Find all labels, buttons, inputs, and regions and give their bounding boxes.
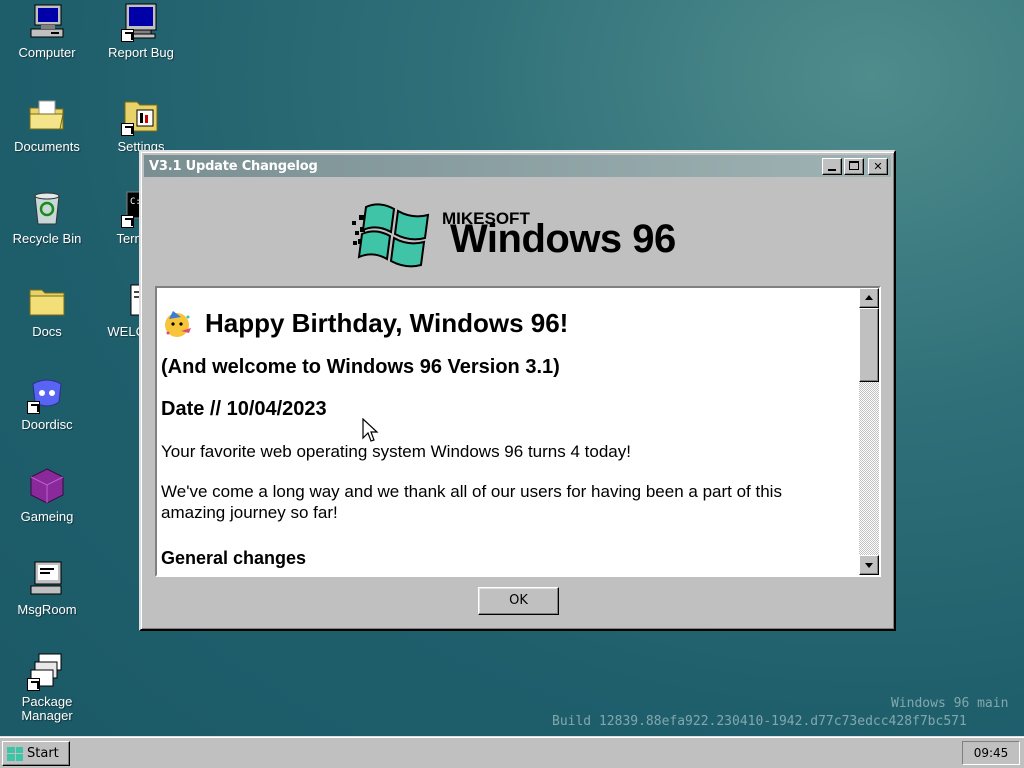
- ok-button[interactable]: OK: [478, 587, 559, 615]
- desktop-icon-label: Doordisc: [21, 417, 73, 432]
- monitor-icon: [121, 2, 161, 42]
- taskbar: Start 09:45: [0, 736, 1024, 768]
- minimize-button[interactable]: [822, 158, 842, 175]
- desktop-icon-label: MsgRoom: [17, 602, 77, 617]
- close-icon: ✕: [873, 160, 883, 173]
- arrow-up-icon: [865, 295, 873, 300]
- computer-icon: [27, 2, 67, 42]
- party-face-icon: [165, 310, 191, 337]
- maximize-button[interactable]: [844, 158, 864, 175]
- settings-icon: [121, 96, 161, 136]
- changelog-heading: Happy Birthday, Windows 96!: [163, 308, 568, 339]
- windows-flag-icon: [352, 203, 430, 268]
- window-titlebar[interactable]: V3.1 Update Changelog ✕: [144, 155, 891, 177]
- shortcut-arrow-icon: [27, 401, 40, 414]
- desktop-icon-label: Gameing: [20, 509, 74, 524]
- desktop-icon-doordisc[interactable]: Doordisc: [5, 374, 89, 432]
- changelog-subheading: (And welcome to Windows 96 Version 3.1): [161, 356, 560, 378]
- desktop-icon-report-bug[interactable]: Report Bug: [99, 2, 183, 60]
- start-label: Start: [27, 746, 59, 761]
- shortcut-arrow-icon: [121, 29, 134, 42]
- folder-open-icon: [27, 96, 67, 136]
- start-button[interactable]: Start: [2, 741, 70, 766]
- doordisc-icon: [27, 374, 67, 414]
- desktop-icon-gameing[interactable]: Gameing: [5, 466, 89, 524]
- mouse-pointer-icon: [362, 418, 379, 442]
- scroll-down-button[interactable]: [859, 555, 879, 575]
- desktop-icon-label: Report Bug: [108, 45, 174, 60]
- windows96-logo: MIKESOFT Windows 96: [144, 177, 891, 287]
- desktop-icon-label: Documents: [14, 139, 80, 154]
- desktop-icon-label: Docs: [32, 324, 62, 339]
- shortcut-arrow-icon: [121, 123, 134, 136]
- package-manager-icon: [27, 651, 67, 691]
- build-watermark-line1: Windows 96 main: [891, 696, 1009, 711]
- arrow-down-icon: [865, 563, 873, 568]
- shortcut-arrow-icon: [121, 215, 134, 228]
- changelog-section-heading: General changes: [161, 548, 307, 568]
- maximize-icon: [849, 161, 859, 170]
- logo-brand-large: Windows 96: [450, 217, 676, 261]
- changelog-window: V3.1 Update Changelog ✕ MIKESOFT Windows…: [139, 150, 896, 631]
- desktop-icon-docs[interactable]: Docs: [5, 281, 89, 339]
- desktop-icon-label: Package Manager: [21, 694, 73, 723]
- msgroom-icon: [27, 559, 67, 599]
- desktop-icon-recycle-bin[interactable]: Recycle Bin: [5, 188, 89, 246]
- window-title: V3.1 Update Changelog: [149, 158, 318, 174]
- build-watermark-line2: Build 12839.88efa922.230410-1942.d77c73e…: [552, 714, 967, 729]
- minimize-icon: [828, 169, 836, 171]
- taskbar-clock[interactable]: 09:45: [962, 741, 1020, 765]
- recycle-bin-icon: [27, 188, 67, 228]
- scroll-thumb[interactable]: [859, 308, 879, 382]
- changelog-text-area: Happy Birthday, Windows 96! (And welcome…: [161, 288, 857, 575]
- changelog-date: Date // 10/04/2023: [161, 398, 327, 420]
- desktop-icon-computer[interactable]: Computer: [5, 2, 89, 60]
- changelog-content[interactable]: Happy Birthday, Windows 96! (And welcome…: [155, 286, 881, 577]
- heading-text: Happy Birthday, Windows 96!: [205, 308, 569, 338]
- folder-icon: [27, 281, 67, 321]
- desktop-icon-label: Recycle Bin: [12, 231, 82, 246]
- scroll-up-button[interactable]: [859, 288, 879, 308]
- vertical-scrollbar[interactable]: [859, 288, 879, 575]
- changelog-paragraph: We've come a long way and we thank all o…: [161, 482, 782, 522]
- desktop-icon-settings[interactable]: Settings: [99, 96, 183, 154]
- desktop-icon-msgroom[interactable]: MsgRoom: [5, 559, 89, 617]
- cube-icon: [27, 466, 67, 506]
- shortcut-arrow-icon: [27, 678, 40, 691]
- desktop-icon-label: Computer: [18, 45, 76, 60]
- desktop-icon-package-manager[interactable]: Package Manager: [5, 651, 89, 723]
- desktop-icon-documents[interactable]: Documents: [5, 96, 89, 154]
- close-button[interactable]: ✕: [868, 158, 888, 175]
- windows-logo-icon: [7, 746, 23, 761]
- changelog-paragraph: Your favorite web operating system Windo…: [161, 442, 631, 461]
